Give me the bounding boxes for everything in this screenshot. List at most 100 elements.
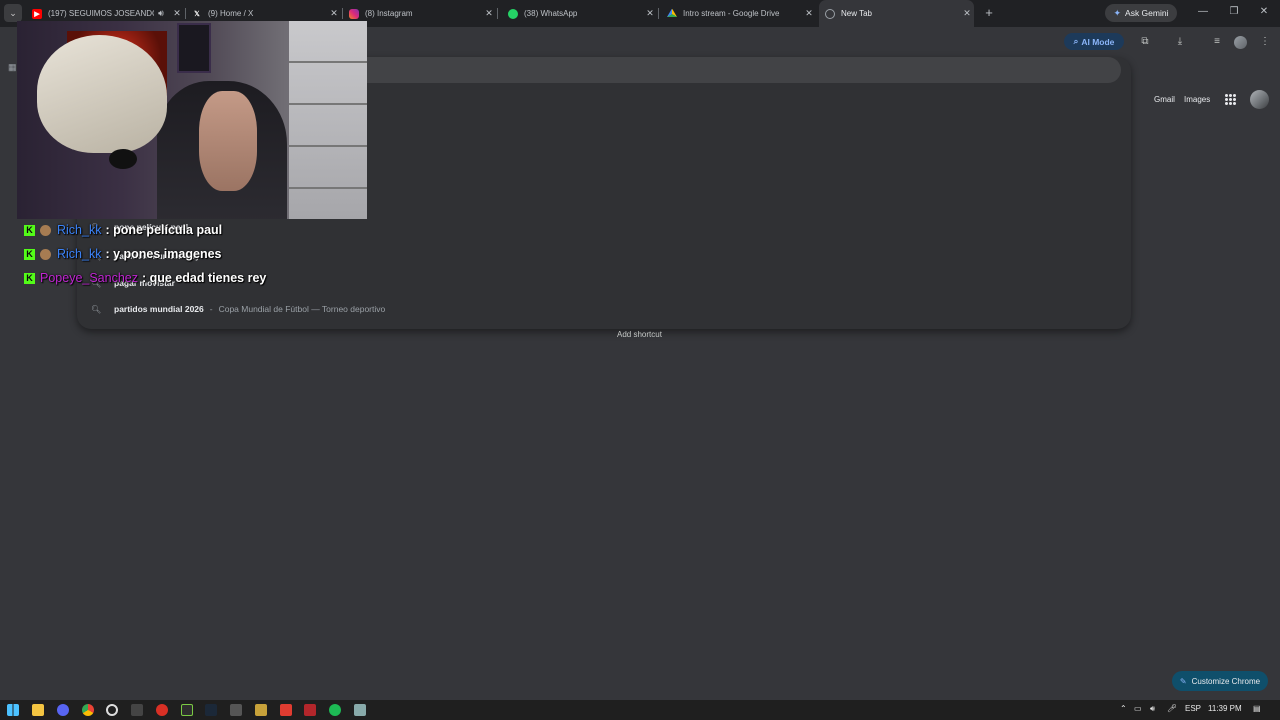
stream-chat-overlay: K Rich_kk : pone película paul K Rich_kk… <box>24 218 266 290</box>
network-icon[interactable]: ▭ <box>1134 704 1142 713</box>
steam-icon[interactable] <box>205 704 217 716</box>
chat-username: Popeye_Sanchez <box>40 271 138 285</box>
webcam-person-cap <box>37 35 167 153</box>
google-apps-icon[interactable] <box>1225 94 1236 105</box>
spotify-icon[interactable] <box>329 704 341 716</box>
chat-message: K Rich_kk : y pones imagenes <box>24 242 266 266</box>
suggestion-text: partidos mundial 2026 <box>114 304 204 314</box>
gemini-spark-icon: ✦ <box>1113 7 1122 18</box>
chat-username: Rich_kk <box>57 247 102 261</box>
kick-badge-icon: K <box>24 248 35 260</box>
tab-separator <box>497 8 498 19</box>
windows-start-icon[interactable] <box>7 704 19 716</box>
microphone-icon[interactable]: 🎤︎ <box>1167 704 1177 713</box>
youtube-icon: ▶ <box>32 8 42 19</box>
notification-icon[interactable]: ▤ <box>1253 704 1261 713</box>
x-icon: 𝕏 <box>194 10 200 18</box>
app-window-icon[interactable] <box>354 704 366 716</box>
apps-grid-icon[interactable]: ▦ <box>8 62 17 73</box>
reading-list-icon[interactable]: ≡ <box>1210 36 1224 47</box>
language-indicator[interactable]: ESP <box>1185 704 1201 713</box>
close-tab-icon[interactable]: ✕ <box>327 8 341 19</box>
file-explorer-icon[interactable] <box>32 704 44 716</box>
pencil-icon: ✎ <box>1179 676 1187 686</box>
pycharm-icon[interactable] <box>181 704 193 716</box>
suggestion-description: Copa Mundial de Fútbol — Torneo deportiv… <box>218 304 386 314</box>
chat-text: : pone película paul <box>105 223 223 237</box>
tab-title: New Tab <box>841 9 872 18</box>
instagram-icon <box>349 8 359 19</box>
chat-username: Rich_kk <box>57 223 102 237</box>
ai-mode-label: AI Mode <box>1081 36 1115 47</box>
subscriber-badge-icon <box>40 248 51 260</box>
customize-chrome-label: Customize Chrome <box>1191 676 1261 686</box>
webcam-overlay <box>17 21 367 219</box>
webcam-person-arm <box>199 91 257 191</box>
tab-google-drive[interactable]: Intro stream - Google Drive ✕ <box>661 0 816 27</box>
restore-icon[interactable]: ❐ <box>1226 6 1242 17</box>
tab-title: Intro stream - Google Drive <box>683 9 780 18</box>
drive-icon <box>667 8 677 17</box>
search-icon: 🔍︎ <box>91 304 102 314</box>
windows-taskbar: ⌃ ▭ 🔊︎ 🎤︎ ESP 11:39 PM ▤ <box>0 700 1280 720</box>
close-window-icon[interactable]: ✕ <box>1256 6 1272 17</box>
ai-search-icon: ⌕ <box>1073 36 1079 46</box>
new-tab-button[interactable]: + <box>981 5 997 21</box>
chevron-down-icon: ⌄ <box>9 7 17 18</box>
minimize-icon[interactable]: — <box>1195 6 1211 17</box>
download-icon[interactable]: ⤓ <box>1173 36 1187 47</box>
screen: ⌄ ▶ (197) SEGUIMOS JOSEANDO 🔊︎ ✕ 𝕏 (9) H… <box>0 0 1280 720</box>
discord-icon[interactable] <box>57 704 69 716</box>
ask-gemini-button[interactable]: ✦ Ask Gemini <box>1105 4 1177 22</box>
riot-client-icon[interactable] <box>280 704 292 716</box>
settings-gear-icon[interactable] <box>106 704 118 716</box>
subscriber-badge-icon <box>40 224 51 236</box>
tab-whatsapp[interactable]: (38) WhatsApp ✕ <box>502 0 659 27</box>
chat-text: : que edad tienes rey <box>142 271 267 285</box>
chat-text: : y pones imagenes <box>105 247 222 261</box>
tab-title: (38) WhatsApp <box>524 9 578 18</box>
close-tab-icon[interactable]: ✕ <box>170 8 184 19</box>
profile-avatar-icon[interactable] <box>1234 36 1247 49</box>
add-shortcut-button[interactable]: Add shortcut <box>617 330 662 339</box>
omnibox-suggestion[interactable]: 🔍︎ partidos mundial 2026 - Copa Mundial … <box>91 300 385 318</box>
tab-search-button[interactable]: ⌄ <box>4 4 22 22</box>
volume-icon[interactable]: 🔊︎ <box>1150 704 1155 714</box>
obs-icon[interactable] <box>131 704 143 716</box>
chat-message: K Rich_kk : pone película paul <box>24 218 266 242</box>
webcam-framed-poster <box>177 23 211 73</box>
ai-mode-button[interactable]: ⌕ AI Mode <box>1064 33 1124 50</box>
speaker-icon[interactable]: 🔊︎ <box>154 8 168 19</box>
close-tab-icon[interactable]: ✕ <box>482 8 496 19</box>
kick-badge-icon: K <box>24 272 35 284</box>
tab-title: (197) SEGUIMOS JOSEANDO <box>48 9 154 18</box>
ask-gemini-label: Ask Gemini <box>1125 8 1169 18</box>
account-avatar[interactable] <box>1250 90 1269 109</box>
menu-kebab-icon[interactable]: ⋮ <box>1258 36 1272 47</box>
chrome-icon <box>825 8 835 19</box>
images-link[interactable]: Images <box>1184 95 1210 104</box>
record-icon[interactable] <box>156 704 168 716</box>
customize-chrome-button[interactable]: ✎ Customize Chrome <box>1172 671 1268 691</box>
kick-badge-icon: K <box>24 224 35 236</box>
extensions-icon[interactable]: ⧉ <box>1138 36 1152 47</box>
tab-new-tab[interactable]: New Tab ✕ <box>819 0 974 27</box>
whatsapp-icon <box>508 8 518 19</box>
terminal-icon[interactable] <box>230 704 242 716</box>
league-icon[interactable] <box>255 704 267 716</box>
suggestion-separator: - <box>209 304 213 314</box>
close-tab-icon[interactable]: ✕ <box>960 8 974 19</box>
tray-overflow-icon[interactable]: ⌃ <box>1120 704 1127 713</box>
media-app-icon[interactable] <box>304 704 316 716</box>
tab-separator <box>658 8 659 19</box>
gmail-link[interactable]: Gmail <box>1154 95 1175 104</box>
chrome-taskbar-icon[interactable] <box>82 704 94 716</box>
webcam-microphone <box>109 149 137 169</box>
close-tab-icon[interactable]: ✕ <box>802 8 816 19</box>
clock[interactable]: 11:39 PM <box>1208 704 1242 713</box>
tab-title: (9) Home / X <box>208 9 254 18</box>
close-tab-icon[interactable]: ✕ <box>643 8 657 19</box>
webcam-shelf <box>289 21 367 219</box>
tab-title: (8) Instagram <box>365 9 413 18</box>
chat-message: K Popeye_Sanchez : que edad tienes rey <box>24 266 266 290</box>
